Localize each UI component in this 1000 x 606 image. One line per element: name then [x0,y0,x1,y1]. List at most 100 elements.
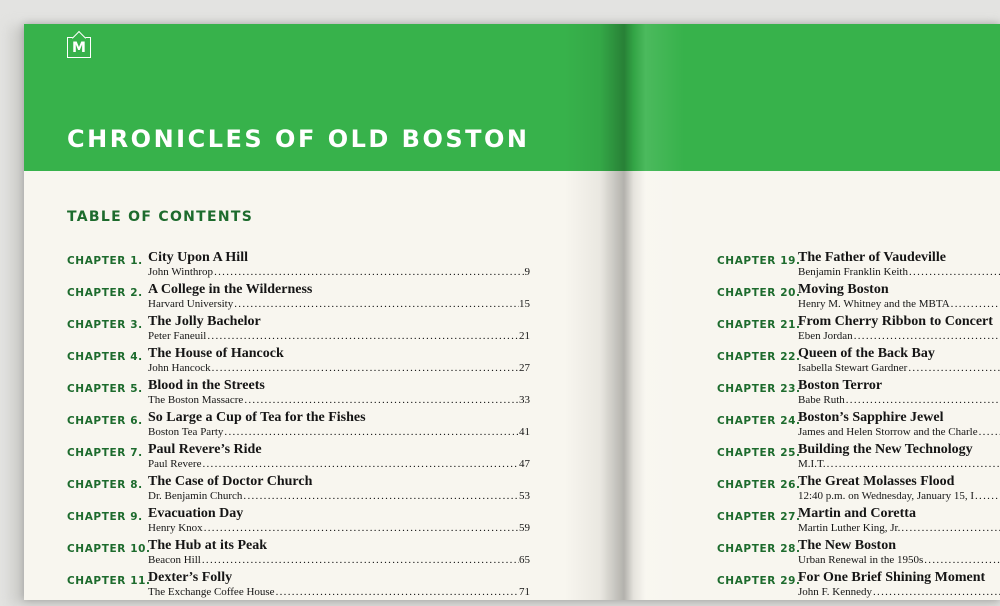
chapter-title: For One Brief Shining Moment [798,570,986,585]
dot-leader: ........................................… [202,458,519,470]
chapter-title: Queen of the Back Bay [798,346,935,361]
chapter-label: CHAPTER 9. [67,511,143,523]
chapter-label: CHAPTER 7. [67,447,143,459]
chapter-subject: Eben Jordan [798,330,853,342]
publisher-logo: M [67,30,91,58]
chapter-subject-line: John Winthrop...........................… [148,266,530,279]
chapter-title: The Great Molasses Flood [798,474,955,489]
chapter-subject-line: Eben Jordan.............................… [798,330,1000,343]
chapter-subject-line: Henry M. Whitney and the MBTA...........… [798,298,1000,311]
chapter-title: The Case of Doctor Church [148,474,313,489]
chapter-subject: Martin Luther King, Jr. [798,522,901,534]
chapter-label: CHAPTER 19. [717,255,801,267]
page-number: 53 [519,490,530,502]
dot-leader: ........................................… [908,362,1000,374]
dot-leader: ........................................… [243,490,519,502]
chapter-subject: The Boston Massacre [148,394,244,406]
page-number: 15 [519,298,530,310]
chapter-subject-line: Benjamin Franklin Keith.................… [798,266,1000,279]
dot-leader: ........................................… [975,490,1000,502]
toc-entry: CHAPTER 3. The Jolly Bachelor Peter Faneui… [67,314,530,346]
chapter-subject-line: James and Helen Storrow and the Charle..… [798,426,1000,439]
chapter-subject-line: M.I.T...................................… [798,458,1000,471]
chapter-title: So Large a Cup of Tea for the Fishes [148,410,366,425]
dot-leader: ........................................… [211,362,519,374]
book-title: CHRONICLES OF OLD BOSTON [67,125,530,153]
chapter-title: City Upon A Hill [148,250,248,265]
dot-leader: ........................................… [978,426,1000,438]
page-number: 71 [519,586,530,598]
chapter-label: CHAPTER 5. [67,383,143,395]
dot-leader: ........................................… [950,298,1000,310]
toc-entry: CHAPTER 21. From Cherry Ribbon to Concert… [717,314,1000,346]
chapter-label: CHAPTER 27. [717,511,801,523]
dot-leader: ........................................… [853,330,1000,342]
toc-entry: CHAPTER 20. Moving Boston Henry M. Whitney… [717,282,1000,314]
dot-leader: ........................................… [224,426,519,438]
chapter-subject-line: John F. Kennedy.........................… [798,586,1000,599]
chapter-subject-line: Isabella Stewart Gardner................… [798,362,1000,375]
toc-entry: CHAPTER 28. The New Boston Urban Renewal i… [717,538,1000,570]
chapter-title: Paul Revere’s Ride [148,442,262,457]
chapter-subject: John Winthrop [148,266,214,278]
chapter-subject: John F. Kennedy [798,586,872,598]
dot-leader: ........................................… [201,554,519,566]
toc-entry: CHAPTER 11. Dexter’s Folly The Exchange Co… [67,570,530,600]
chapter-subject: The Exchange Coffee House [148,586,275,598]
toc-entry: CHAPTER 1. City Upon A Hill John Winthrop.… [67,250,530,282]
toc-entry: CHAPTER 2. A College in the Wilderness Har… [67,282,530,314]
chapter-label: CHAPTER 20. [717,287,801,299]
chapter-label: CHAPTER 22. [717,351,801,363]
page-number: 65 [519,554,530,566]
chapter-title: Boston’s Sapphire Jewel [798,410,944,425]
chapter-title: From Cherry Ribbon to Concert [798,314,993,329]
dot-leader: ........................................… [214,266,524,278]
chapter-subject-line: John Hancock............................… [148,362,530,375]
chapter-label: CHAPTER 4. [67,351,143,363]
chapter-label: CHAPTER 28. [717,543,801,555]
chapter-subject: Henry M. Whitney and the MBTA [798,298,950,310]
chapter-title: Dexter’s Folly [148,570,233,585]
toc-entry: CHAPTER 26. The Great Molasses Flood 12:40… [717,474,1000,506]
toc-entry: CHAPTER 4. The House of Hancock John Hanco… [67,346,530,378]
toc-heading: TABLE OF CONTENTS [67,209,254,225]
toc-entry: CHAPTER 27. Martin and Coretta Martin Luth… [717,506,1000,538]
chapter-subject-line: Beacon Hill.............................… [148,554,530,567]
chapter-subject: Peter Faneuil [148,330,207,342]
page-number: 59 [519,522,530,534]
dot-leader: ........................................… [901,522,1000,534]
chapter-label: CHAPTER 24. [717,415,801,427]
chapter-subject: Isabella Stewart Gardner [798,362,908,374]
chapter-title: The Jolly Bachelor [148,314,261,329]
page-number: 33 [519,394,530,406]
chapter-subject: Babe Ruth [798,394,845,406]
chapter-subject: John Hancock [148,362,211,374]
chapter-title: The New Boston [798,538,897,553]
chapter-subject: Benjamin Franklin Keith [798,266,908,278]
dot-leader: ........................................… [203,522,519,534]
chapter-subject-line: Dr. Benjamin Church.....................… [148,490,530,503]
chapter-label: CHAPTER 10. [67,543,151,555]
dot-leader: ........................................… [275,586,519,598]
chapter-subject: Beacon Hill [148,554,201,566]
chapter-subject: Boston Tea Party [148,426,224,438]
toc-entry: CHAPTER 24. Boston’s Sapphire Jewel James … [717,410,1000,442]
chapter-subject: James and Helen Storrow and the Charle [798,426,978,438]
chapter-subject-line: Martin Luther King, Jr..................… [798,522,1000,535]
toc-entry: CHAPTER 8. The Case of Doctor Church Dr. B… [67,474,530,506]
page-number: 27 [519,362,530,374]
dot-leader: ........................................… [207,330,519,342]
chapter-subject-line: Peter Faneuil...........................… [148,330,530,343]
chapter-title: A College in the Wilderness [148,282,313,297]
toc-entry: CHAPTER 9. Evacuation Day Henry Knox......… [67,506,530,538]
page-number: 47 [519,458,530,470]
page-number: 41 [519,426,530,438]
page-number: 21 [519,330,530,342]
dot-leader: ........................................… [244,394,519,406]
chapter-title: The Father of Vaudeville [798,250,946,265]
chapter-subject: Urban Renewal in the 1950s [798,554,924,566]
chapter-label: CHAPTER 29. [717,575,801,587]
chapter-subject: Harvard University [148,298,234,310]
book-spread: M CHRONICLES OF OLD BOSTON TABLE OF CONT… [24,24,1000,600]
chapter-label: CHAPTER 6. [67,415,143,427]
